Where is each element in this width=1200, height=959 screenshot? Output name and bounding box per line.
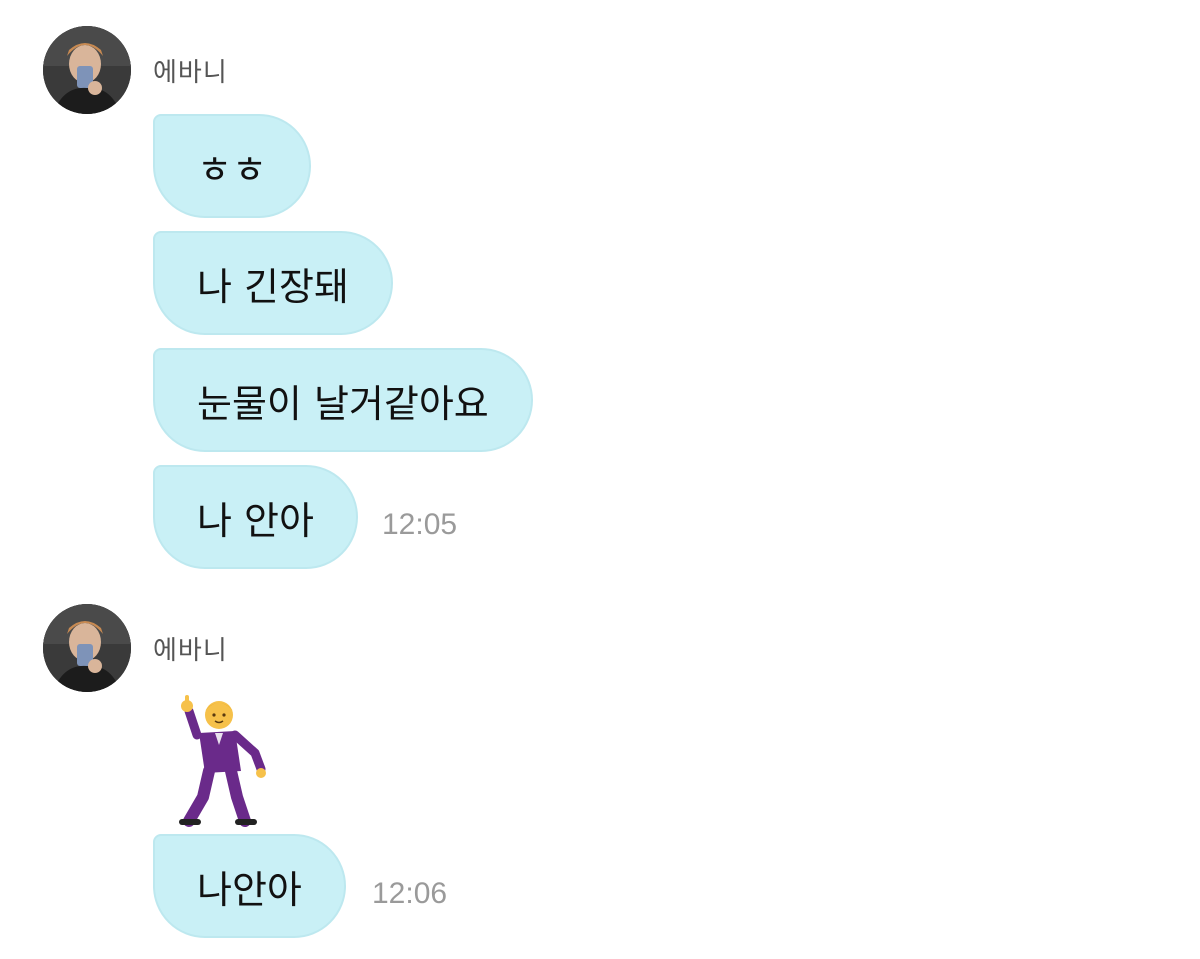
message-bubble[interactable]: 나안아 (153, 834, 346, 938)
sender-avatar[interactable] (43, 26, 131, 114)
message-bubble[interactable]: 나 안아 (153, 465, 358, 569)
profile-photo-icon (43, 26, 131, 114)
man-dancing-emoji-icon[interactable] (175, 693, 270, 828)
sender-avatar[interactable] (43, 604, 131, 692)
message-bubble[interactable]: ㅎㅎ (153, 114, 311, 218)
message-bubble[interactable]: 나 긴장돼 (153, 231, 393, 335)
sender-name: 에바니 (153, 636, 228, 666)
profile-photo-icon (43, 604, 131, 692)
message-timestamp: 12:06 (372, 877, 448, 910)
message-bubble[interactable]: 눈물이 날거같아요 (153, 348, 533, 452)
message-timestamp: 12:05 (382, 508, 458, 541)
sender-name: 에바니 (153, 58, 228, 88)
